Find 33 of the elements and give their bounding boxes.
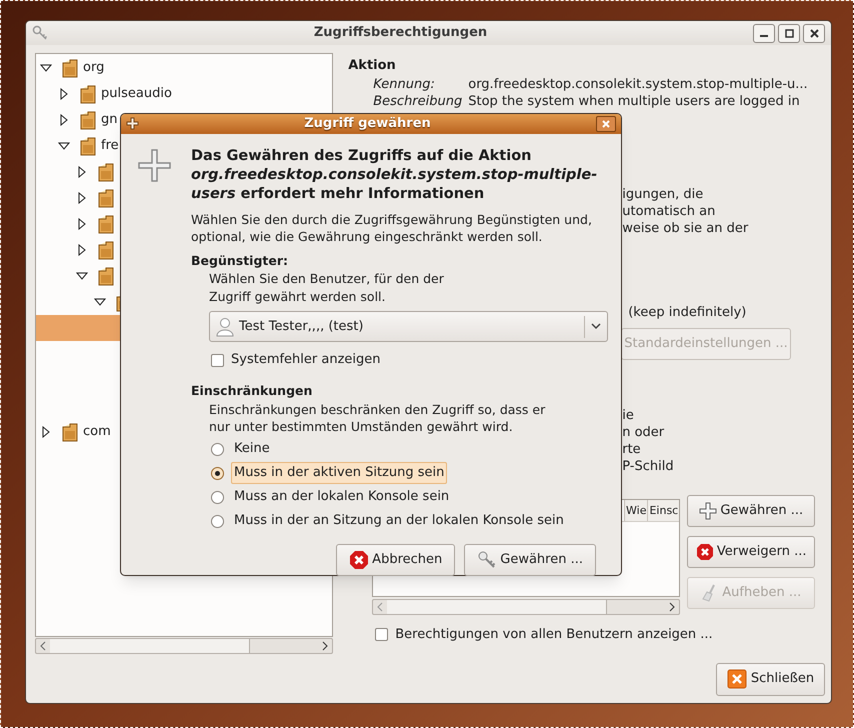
text-fragment: n oder bbox=[622, 424, 666, 441]
section-title: Begünstigter: bbox=[191, 252, 290, 270]
section-text: Einschränkungen beschränken den Zugriff so, dass er nur unter bestimmten Umständen gewährt wird. bbox=[209, 400, 546, 434]
radio-label: Muss in der aktiven Sitzung sein bbox=[231, 462, 448, 484]
field-value: Stop the system when multiple users are logged in bbox=[468, 94, 800, 110]
radio-label: Keine bbox=[233, 440, 271, 458]
tree-label: org bbox=[83, 59, 104, 78]
text-fragment: rte bbox=[622, 441, 642, 458]
text-fragment: weise ob sie an der bbox=[622, 220, 750, 236]
field-label: Kennung: bbox=[373, 76, 436, 92]
text-fragment: igungen, die bbox=[622, 186, 704, 202]
radio-label: Muss in der an Sitzung an der lokalen Konsole sein bbox=[233, 512, 565, 530]
tree-label: pulseaudio bbox=[101, 85, 172, 104]
checkbox-label: Systemfehler anzeigen bbox=[231, 351, 381, 370]
radio-label: Muss an der lokalen Konsole sein bbox=[233, 488, 450, 506]
dropdown-value: Test Tester,,,, (test) bbox=[239, 318, 364, 336]
checkbox-label: Berechtigungen von allen Benutzern anzeigen ... bbox=[395, 626, 713, 644]
tree-label: gn bbox=[101, 111, 118, 130]
dialog-heading: Das Gewähren des Zugriffs auf die Aktion org.freedesktop.consolekit.system.stop-multiple-users erfordert mehr Informationen bbox=[191, 146, 598, 204]
text-fragment: utomatisch an bbox=[622, 202, 716, 220]
field-label: Beschreibung bbox=[373, 94, 464, 110]
window-title: Zugriffsberechtigungen bbox=[312, 24, 488, 42]
section-title: Einschränkungen bbox=[191, 382, 314, 400]
section-text: Wählen Sie den Benutzer, für den der Zugriff gewährt werden soll. bbox=[209, 270, 445, 306]
dialog-description: Wählen Sie den durch die Zugriffsgewährung Begünstigten und, optional, wie die Gewährung eingeschränkt werden soll. bbox=[191, 210, 593, 244]
retention-text: (keep indefinitely) bbox=[628, 304, 748, 322]
tree-label: fre bbox=[101, 137, 119, 156]
field-value: org.freedesktop.consolekit.system.stop-multiple-u... bbox=[468, 76, 808, 92]
section-title: Aktion bbox=[348, 57, 397, 75]
tree-label: com bbox=[83, 423, 111, 442]
text-fragment: ie bbox=[622, 407, 635, 424]
dialog-title: Zugriff gewähren bbox=[303, 115, 432, 133]
text-fragment: P-Schild bbox=[622, 458, 675, 475]
